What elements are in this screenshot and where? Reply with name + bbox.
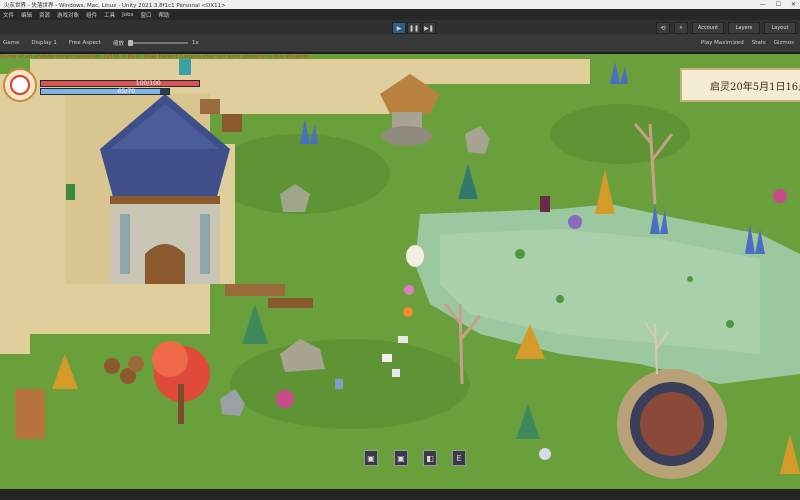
close-button[interactable]: ✕ bbox=[791, 1, 796, 8]
resolution-warning: Game at an undetermined resolution (1536… bbox=[0, 54, 312, 60]
editor-status-bar bbox=[0, 489, 800, 500]
menu-jobs[interactable]: Jobs bbox=[122, 12, 133, 18]
stats-toggle[interactable]: Stats bbox=[752, 40, 766, 46]
menu-file[interactable]: 文件 bbox=[3, 11, 14, 19]
pause-button[interactable]: ❚❚ bbox=[407, 22, 421, 34]
window-title-bar: 火灰世界 - 失落世界 - Windows, Mac, Linux - Unit… bbox=[0, 0, 800, 9]
gizmos-toggle[interactable]: Gizmos bbox=[774, 40, 794, 46]
game-scene bbox=[0, 54, 800, 489]
scale-label: 缩放 bbox=[113, 41, 125, 47]
scale-slider[interactable] bbox=[128, 40, 189, 46]
hotbar-slot-1[interactable]: ▣ bbox=[364, 450, 378, 466]
aspect-dropdown[interactable]: Free Aspect bbox=[69, 40, 101, 46]
toolbar-right: ⟲ ⌕ Account Layers Layout bbox=[656, 22, 796, 34]
hp-bar: 100/100 bbox=[40, 80, 200, 87]
menu-gameobject[interactable]: 游戏对象 bbox=[57, 11, 79, 19]
play-maximized-dropdown[interactable]: Play Maximized bbox=[701, 40, 744, 46]
play-button[interactable]: ▶ bbox=[392, 22, 406, 34]
layout-dropdown[interactable]: Layout bbox=[764, 22, 796, 34]
mp-text: 65/70 bbox=[117, 88, 136, 95]
menu-window[interactable]: 窗口 bbox=[140, 11, 151, 19]
menu-edit[interactable]: 编辑 bbox=[21, 11, 32, 19]
search-icon[interactable]: ⌕ bbox=[674, 22, 688, 34]
history-icon[interactable]: ⟲ bbox=[656, 22, 670, 34]
display-dropdown[interactable]: Display 1 bbox=[31, 40, 57, 46]
scale-value: 1x bbox=[192, 40, 199, 46]
mp-bar-fill bbox=[41, 89, 161, 94]
menu-help[interactable]: 帮助 bbox=[158, 11, 169, 19]
hp-text: 100/100 bbox=[135, 80, 161, 87]
minimize-button[interactable]: — bbox=[760, 1, 766, 8]
menu-tools[interactable]: 工具 bbox=[104, 11, 115, 19]
hotbar-slot-2[interactable]: ▣ bbox=[394, 450, 408, 466]
main-toolbar: ▶ ❚❚ ▶❚ ⟲ ⌕ Account Layers Layout bbox=[0, 20, 800, 34]
mp-bar: 65/70 bbox=[40, 88, 170, 95]
account-button[interactable]: Account bbox=[692, 22, 724, 34]
player-face-icon bbox=[10, 75, 30, 95]
date-panel: 启灵20年5月1日16点 bbox=[680, 68, 800, 102]
maximize-button[interactable]: ☐ bbox=[776, 1, 781, 8]
scale-slider-knob[interactable] bbox=[128, 40, 134, 46]
window-title: 火灰世界 - 失落世界 - Windows, Mac, Linux - Unit… bbox=[4, 2, 226, 9]
layers-dropdown[interactable]: Layers bbox=[728, 22, 760, 34]
date-text: 启灵20年5月1日16点 bbox=[710, 81, 800, 93]
hp-bar-fill bbox=[41, 81, 199, 86]
game-view-toolbar: Game Display 1 Free Aspect 缩放 1x Play Ma… bbox=[0, 34, 800, 53]
player-avatar bbox=[3, 68, 37, 102]
hotbar-slot-3[interactable]: ◧ bbox=[423, 450, 437, 466]
menu-bar: 文件 编辑 资源 游戏对象 组件 工具 Jobs 窗口 帮助 bbox=[0, 9, 800, 20]
menu-component[interactable]: 组件 bbox=[86, 11, 97, 19]
step-button[interactable]: ▶❚ bbox=[422, 22, 436, 34]
menu-assets[interactable]: 资源 bbox=[39, 11, 50, 19]
game-viewport[interactable]: Game at an undetermined resolution (1536… bbox=[0, 54, 800, 489]
game-tab[interactable]: Game bbox=[3, 40, 19, 46]
play-controls: ▶ ❚❚ ▶❚ bbox=[392, 22, 437, 34]
hotbar-slot-4[interactable]: E bbox=[452, 450, 466, 466]
